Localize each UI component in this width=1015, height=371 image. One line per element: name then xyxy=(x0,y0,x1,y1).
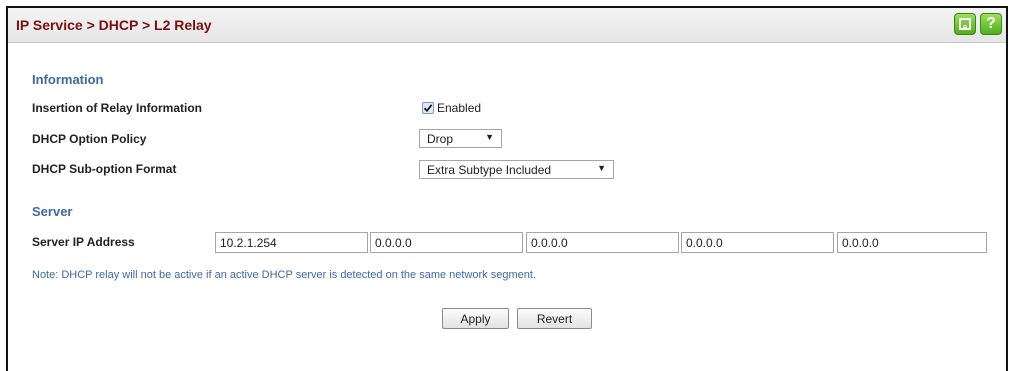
page-title: IP Service > DHCP > L2 Relay xyxy=(16,17,212,33)
check-icon xyxy=(423,104,433,113)
server-ip-field-4[interactable]: 0.0.0.0 xyxy=(681,232,834,253)
insertion-checkbox[interactable] xyxy=(422,102,434,114)
revert-button[interactable]: Revert xyxy=(517,308,592,329)
server-ip-field-5[interactable]: 0.0.0.0 xyxy=(837,232,987,253)
information-heading: Information xyxy=(32,72,104,87)
server-ip-field-3[interactable]: 0.0.0.0 xyxy=(526,232,679,253)
insertion-enabled-label: Enabled xyxy=(437,101,482,115)
server-ip-field-2[interactable]: 0.0.0.0 xyxy=(370,232,523,253)
save-icon[interactable] xyxy=(954,13,976,35)
help-icon[interactable]: ? xyxy=(980,13,1002,35)
dropdown-arrow-icon: ▼ xyxy=(485,132,494,142)
main-panel: IP Service > DHCP > L2 Relay ? Informati… xyxy=(6,6,1008,371)
insertion-label: Insertion of Relay Information xyxy=(32,101,203,115)
server-ip-label: Server IP Address xyxy=(32,235,135,249)
server-ip-field-1[interactable]: 10.2.1.254 xyxy=(215,232,368,253)
title-bar: IP Service > DHCP > L2 Relay ? xyxy=(8,8,1006,43)
option-policy-label: DHCP Option Policy xyxy=(32,132,147,146)
suboption-select[interactable]: Extra Subtype Included ▼ xyxy=(419,160,614,179)
suboption-value: Extra Subtype Included xyxy=(427,163,552,177)
suboption-label: DHCP Sub-option Format xyxy=(32,162,177,176)
server-heading: Server xyxy=(32,204,73,219)
apply-button[interactable]: Apply xyxy=(442,308,509,329)
dropdown-arrow-icon: ▼ xyxy=(597,163,606,173)
option-policy-select[interactable]: Drop ▼ xyxy=(419,129,502,148)
option-policy-value: Drop xyxy=(427,132,454,146)
relay-note: Note: DHCP relay will not be active if a… xyxy=(32,269,536,281)
